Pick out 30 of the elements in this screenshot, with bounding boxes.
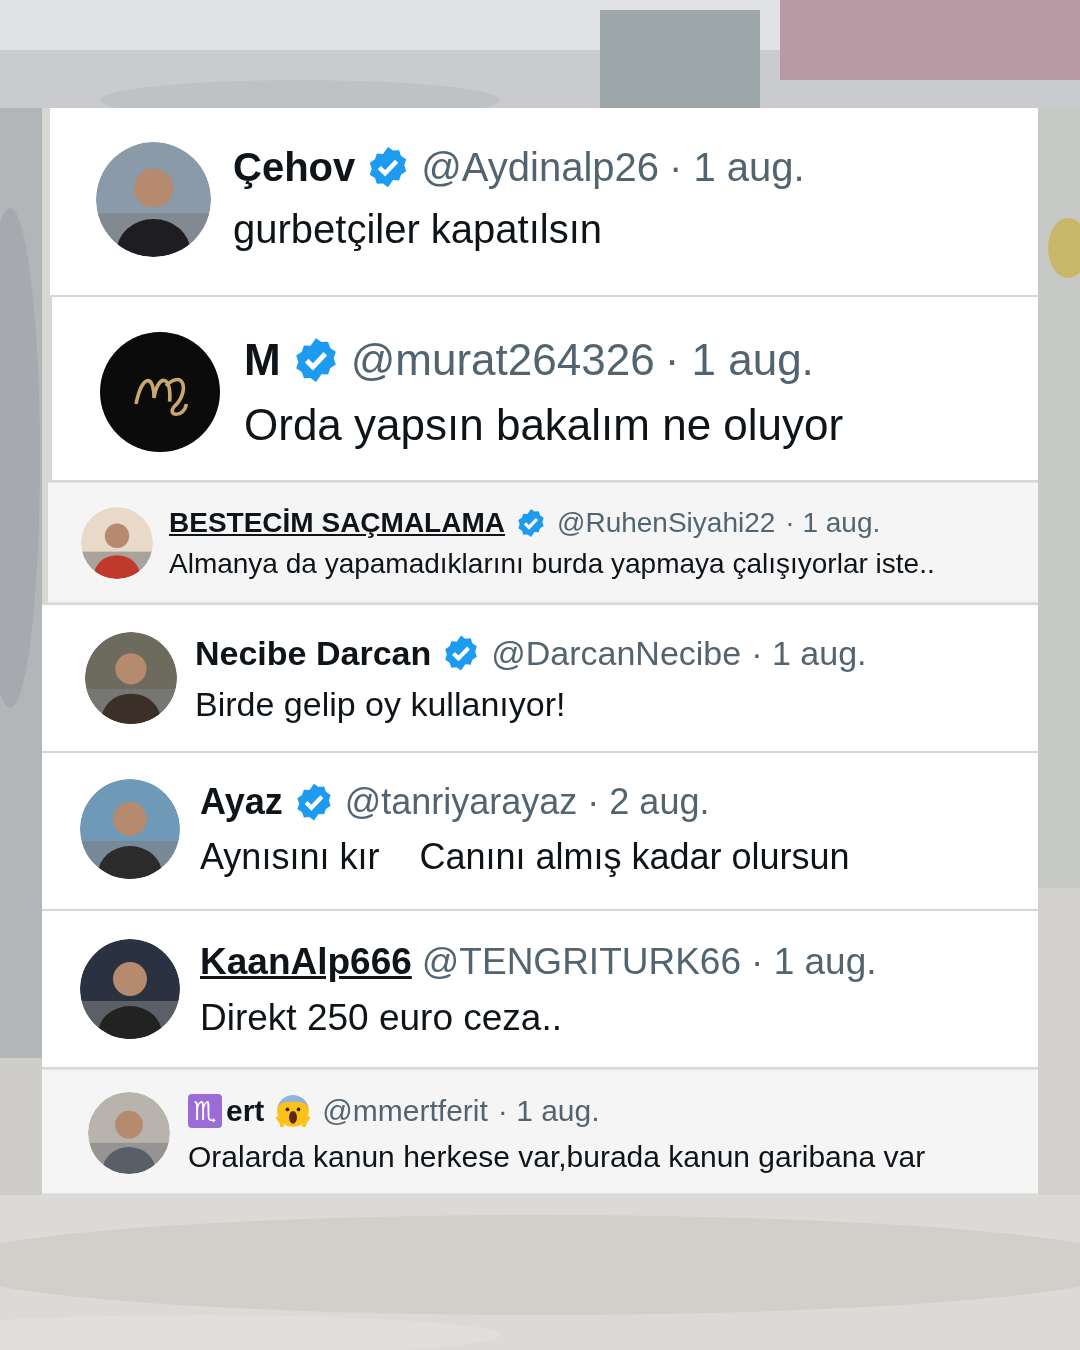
tweet-text: gurbetçiler kapatılsın xyxy=(233,206,604,253)
tweet-text: Birde gelip oy kullanıyor! xyxy=(195,683,567,725)
user-handle[interactable]: @mmertferit xyxy=(322,1092,488,1130)
tweet-date: · 1 aug. xyxy=(785,506,881,540)
display-name[interactable]: Çehov xyxy=(233,142,356,192)
logo-avatar-icon xyxy=(100,332,220,452)
user-handle[interactable]: @DarcanNecibe xyxy=(491,632,742,675)
zodiac-emoji: ♏ xyxy=(188,1094,222,1128)
tweet-text: Almanya da yapamadıklarını burda yapmaya çalışıyorlar iste.. xyxy=(169,547,935,581)
display-name[interactable]: Necibe Darcan xyxy=(195,632,432,675)
display-name[interactable]: Ayaz xyxy=(200,779,283,824)
user-handle[interactable]: @TENGRITURK66 xyxy=(421,939,742,986)
display-name[interactable]: BESTECİM SAÇMALAMA xyxy=(169,505,505,540)
tweet-date: · 2 aug. xyxy=(587,780,710,824)
user-handle[interactable]: @murat264326 xyxy=(350,332,655,387)
display-name[interactable]: KaanAlp666 xyxy=(200,939,412,986)
tweet-text: Direkt 250 euro ceza.. xyxy=(200,996,563,1041)
tweet-date: · 1 aug. xyxy=(497,1093,600,1130)
user-handle[interactable]: @Aydinalp26 xyxy=(421,142,660,192)
tweet-date: · 1 aug. xyxy=(751,940,877,984)
display-name[interactable]: ert xyxy=(226,1092,265,1130)
tweet-date: · 1 aug. xyxy=(669,144,805,191)
tweet-text: Aynısını kır Canını almış kadar olursun xyxy=(200,835,850,879)
tweet-text: Orda yapsın bakalım ne oluyor xyxy=(244,399,844,451)
tweet-date: · 1 aug. xyxy=(664,334,814,386)
user-handle[interactable]: @RuhenSiyahi22 xyxy=(557,505,776,540)
display-name[interactable]: M xyxy=(244,332,281,387)
tweet-date: · 1 aug. xyxy=(751,633,867,674)
user-handle[interactable]: @tanriyarayaz xyxy=(344,779,578,824)
tweet-text: Oralarda kanun herkese var,burada kanun garibana var xyxy=(188,1139,926,1175)
